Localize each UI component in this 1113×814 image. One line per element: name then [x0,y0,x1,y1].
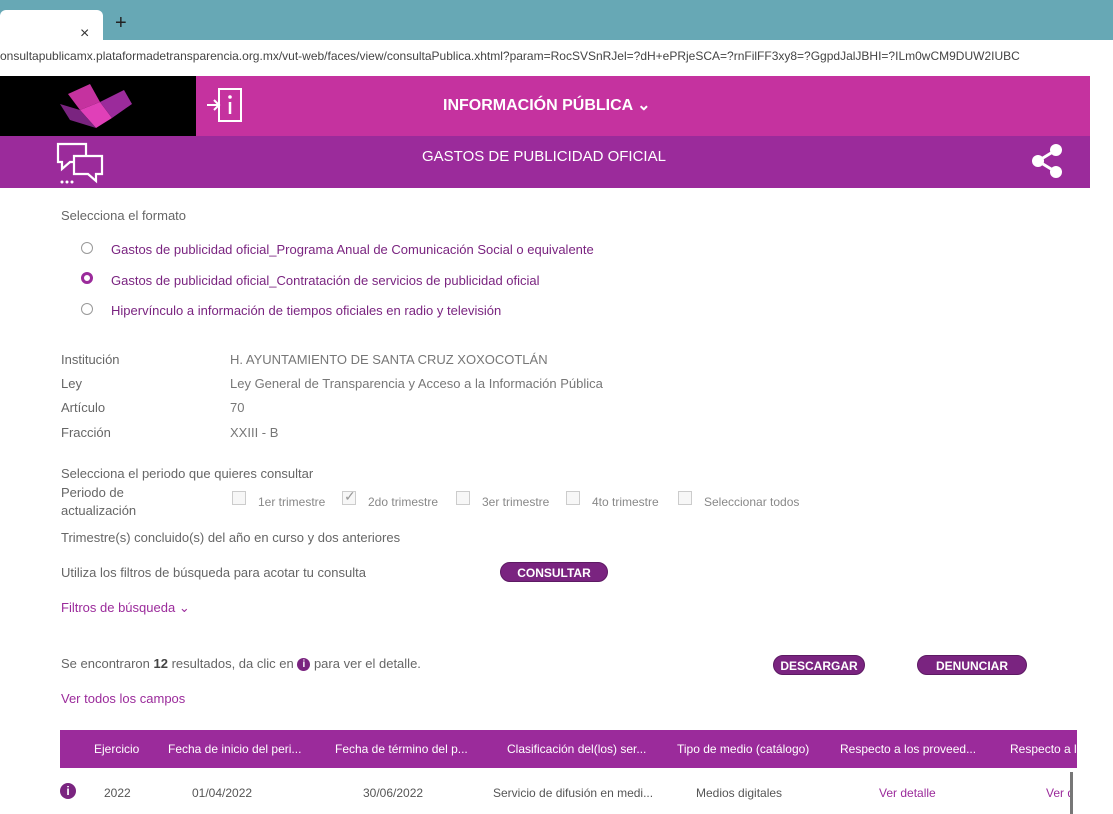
format-radio-2[interactable] [81,272,93,284]
label-4to-trimestre[interactable]: 4to trimestre [592,495,659,509]
label-3er-trimestre[interactable]: 3er trimestre [482,495,549,509]
col-header-fecha-inicio[interactable]: Fecha de inicio del peri... [168,742,308,756]
cell-fecha-termino: 30/06/2022 [363,786,424,800]
institucion-value: H. AYUNTAMIENTO DE SANTA CRUZ XOXOCOTLÁN [230,352,548,367]
format-radio-3[interactable] [81,303,93,315]
denunciar-button[interactable]: DENUNCIAR [917,655,1027,675]
periodo-note: Trimestre(s) concluido(s) del año en cur… [61,530,401,545]
cell-fecha-inicio: 01/04/2022 [192,786,253,800]
ver-detalle-link-2[interactable]: Ver d [1046,786,1070,800]
ley-label: Ley [61,376,82,391]
format-radio-1[interactable] [81,242,93,254]
site-header: INFORMACIÓN PÚBLICA ⌄ [0,76,1090,136]
articulo-label: Artículo [61,400,106,415]
col-header-respecto[interactable]: Respecto a l [1010,742,1077,756]
checkmark-icon: ✓ [344,488,356,504]
ver-detalle-link[interactable]: Ver detalle [879,786,936,800]
logo-icon [60,84,132,128]
periodo-prompt: Selecciona el periodo que quieres consul… [61,466,314,481]
col-header-fecha-termino[interactable]: Fecha de término del p... [335,742,480,756]
institucion-label: Institución [61,352,120,367]
results-count: 12 [153,656,168,671]
checkbox-3er-trimestre[interactable] [456,491,470,505]
ver-todos-campos-link[interactable]: Ver todos los campos [61,691,185,706]
ley-value: Ley General de Transparencia y Acceso a … [230,376,603,391]
share-icon[interactable] [1030,142,1064,180]
info-icon: i [297,658,311,672]
col-header-ejercicio[interactable]: Ejercicio [94,742,139,756]
page-header: GASTOS DE PUBLICIDAD OFICIAL [0,136,1090,188]
logo[interactable] [0,76,196,136]
fraccion-value: XXIII - B [230,425,279,440]
search-hint: Utiliza los filtros de búsqueda para aco… [61,565,366,580]
format-option-2[interactable]: Gastos de publicidad oficial_Contratació… [111,273,540,288]
col-header-proveedores[interactable]: Respecto a los proveed... [840,742,985,756]
chat-icon[interactable] [52,140,108,186]
chevron-down-icon: ⌄ [637,97,651,114]
format-option-3[interactable]: Hipervínculo a información de tiempos of… [111,303,501,318]
results-table-header: Ejercicio Fecha de inicio del peri... Fe… [60,730,1077,768]
row-info-icon[interactable]: i [60,783,76,799]
new-tab-icon[interactable]: + [115,12,127,34]
format-option-1[interactable]: Gastos de publicidad oficial_Programa An… [111,242,594,257]
cell-clasificacion: Servicio de difusión en medi... [493,786,654,800]
search-filters-toggle[interactable]: Filtros de búsqueda ⌄ [61,600,190,616]
table-row: i 2022 01/04/2022 30/06/2022 Servicio de… [60,778,1077,812]
periodo-label-2: actualización [61,503,137,518]
col-header-tipo-medio[interactable]: Tipo de medio (catálogo) [677,742,822,756]
checkbox-2do-trimestre[interactable]: ✓ [342,488,356,505]
format-label: Selecciona el formato [61,208,187,223]
page-title: GASTOS DE PUBLICIDAD OFICIAL [422,148,666,165]
label-2do-trimestre[interactable]: 2do trimestre [368,495,438,509]
cell-tipo-medio: Medios digitales [696,786,783,800]
label-1er-trimestre[interactable]: 1er trimestre [258,495,325,509]
checkbox-1er-trimestre[interactable] [232,491,246,505]
results-summary: Se encontraron 12 resultados, da clic en… [61,656,421,672]
section-menu-title[interactable]: INFORMACIÓN PÚBLICA ⌄ [443,95,650,115]
browser-tab[interactable]: × [0,10,103,42]
col-header-clasificacion[interactable]: Clasificación del(los) ser... [507,742,657,756]
checkbox-4to-trimestre[interactable] [566,491,580,505]
url-text[interactable]: onsultapublicamx.plataformadetransparenc… [0,49,1113,63]
chevron-down-icon: ⌄ [178,600,190,615]
checkbox-seleccionar-todos[interactable] [678,491,692,505]
fraccion-label: Fracción [61,425,111,440]
articulo-value: 70 [230,400,245,415]
address-bar[interactable]: onsultapublicamx.plataformadetransparenc… [0,40,1113,76]
cell-ejercicio: 2022 [104,786,131,800]
descargar-button[interactable]: DESCARGAR [773,655,865,675]
periodo-label-1: Periodo de [61,485,124,500]
consultar-button[interactable]: CONSULTAR [500,562,608,582]
login-icon[interactable] [205,86,245,124]
table-scrollbar[interactable] [1070,772,1073,814]
label-seleccionar-todos[interactable]: Seleccionar todos [704,495,799,509]
browser-tab-bar: × + [0,0,1113,42]
